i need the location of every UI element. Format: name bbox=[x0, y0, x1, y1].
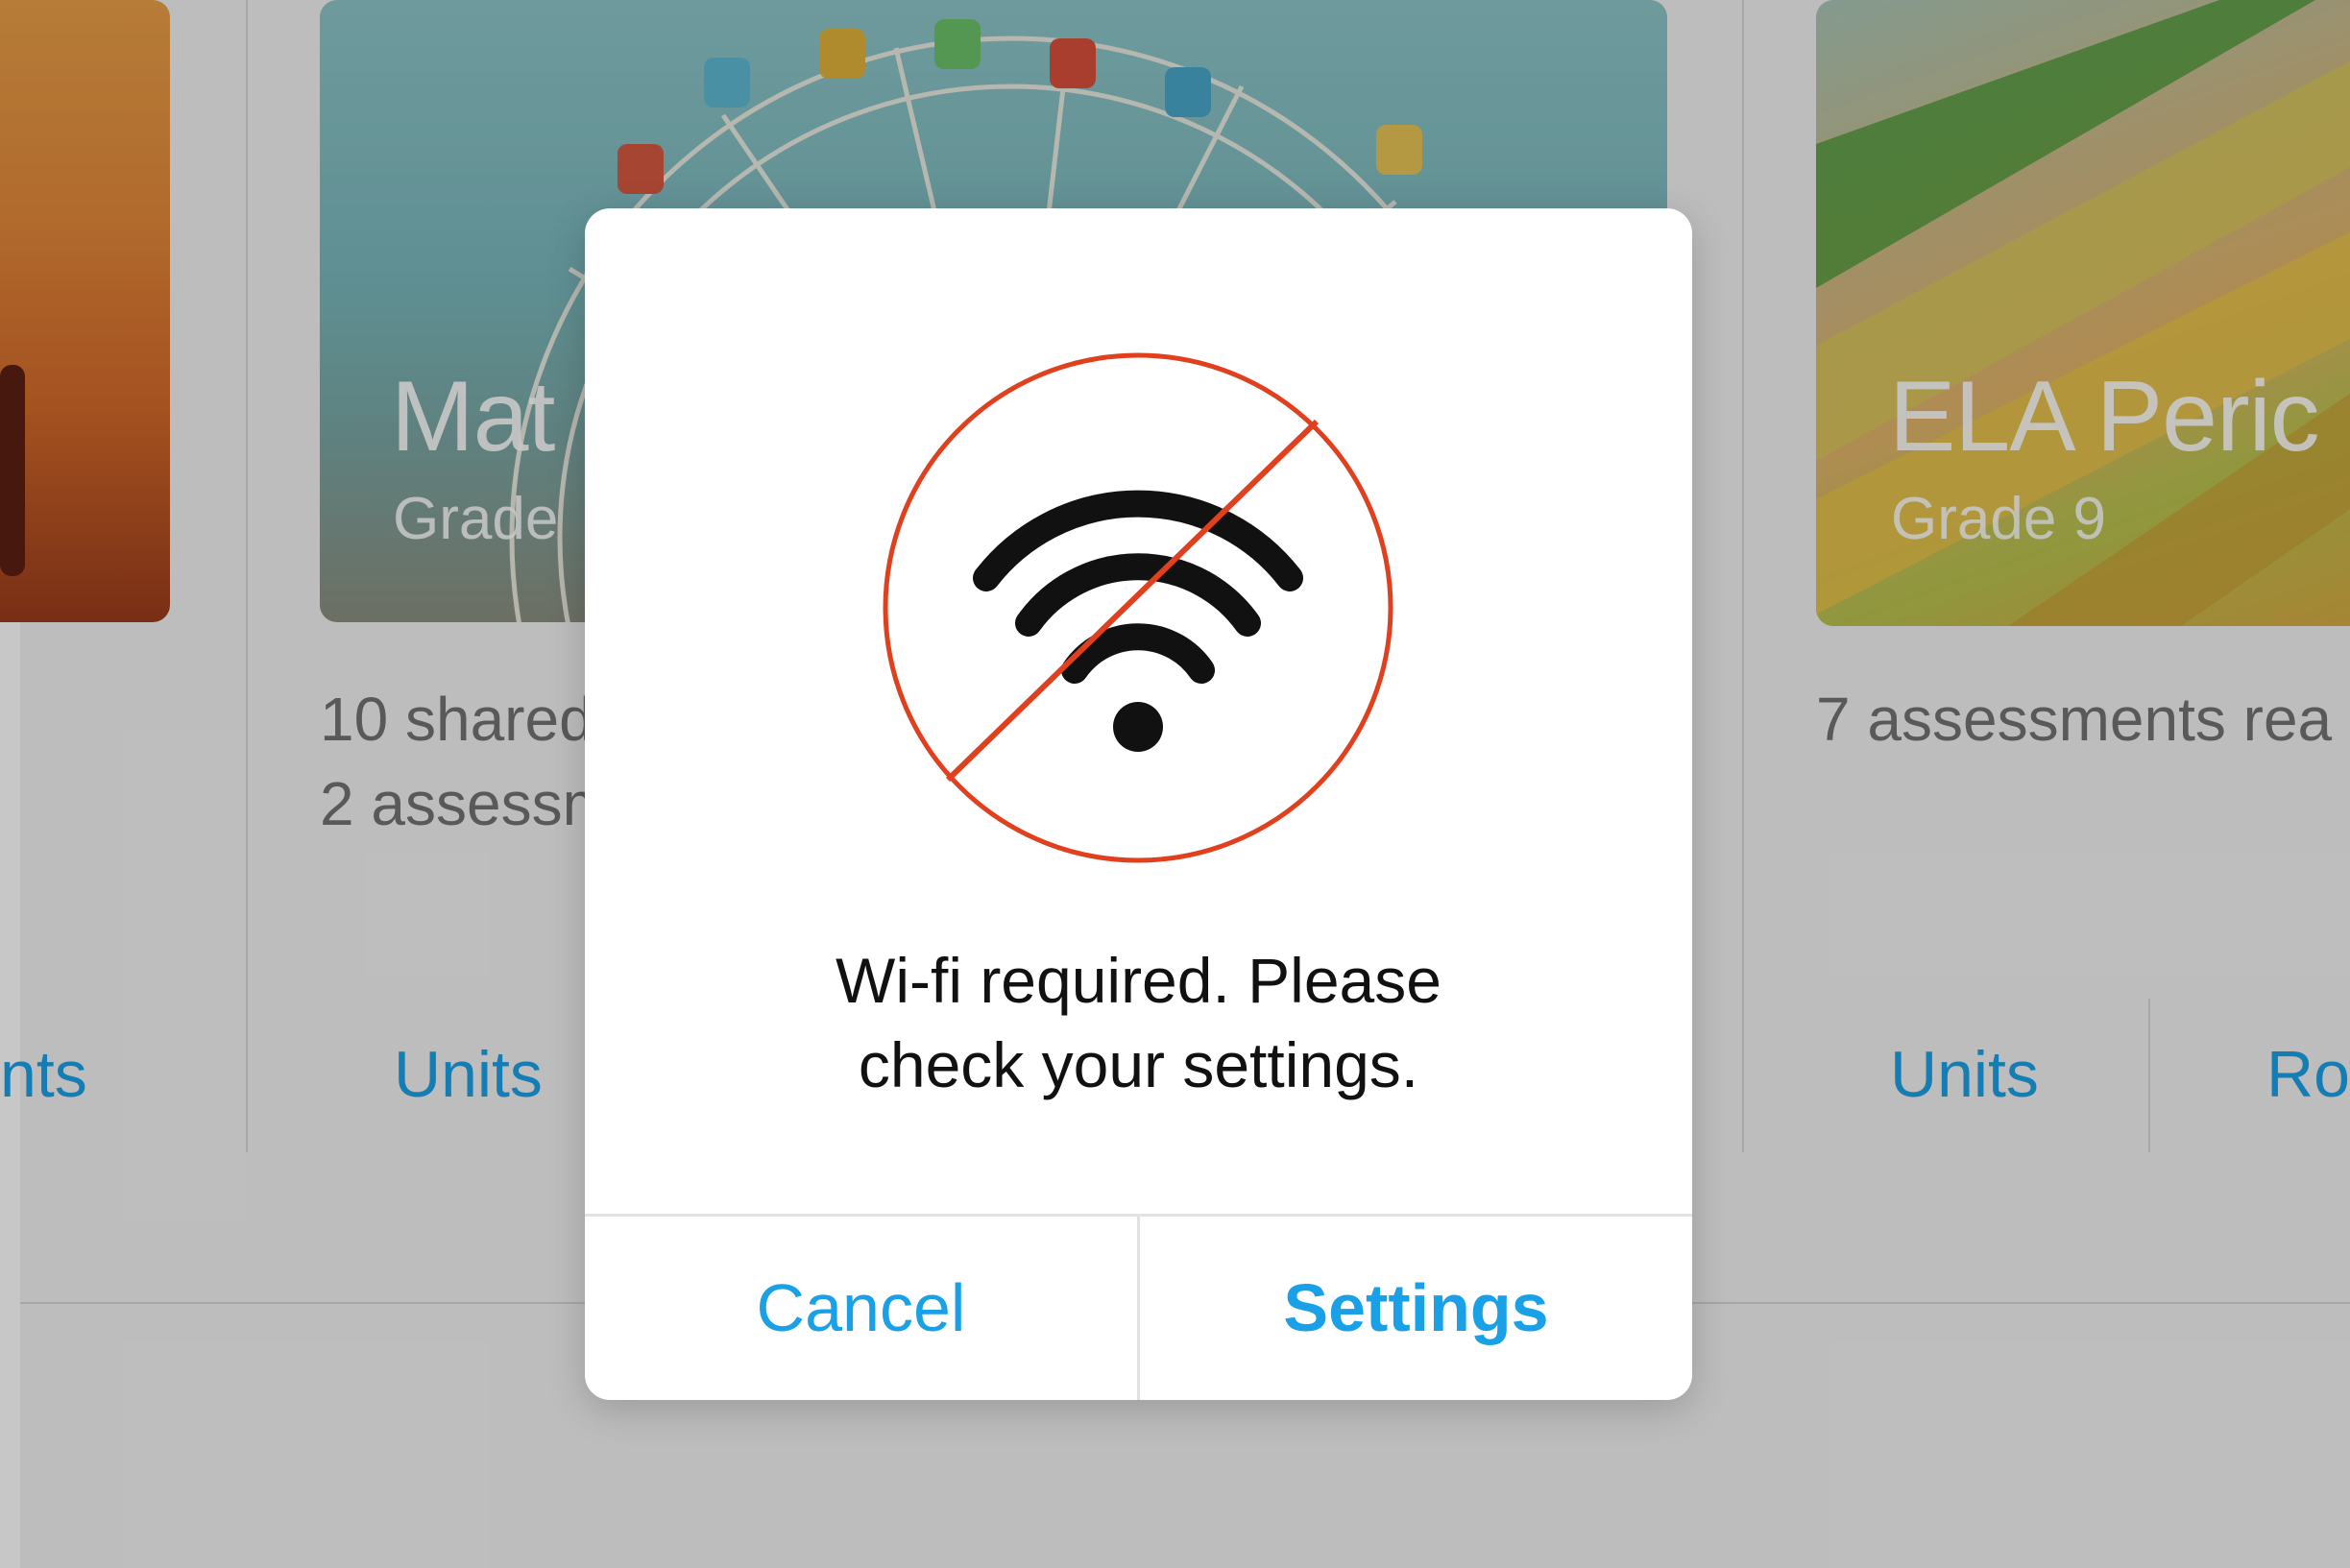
cancel-button[interactable]: Cancel bbox=[585, 1217, 1137, 1400]
alert-message-line: check your settings. bbox=[858, 1029, 1419, 1100]
wifi-required-alert: Wi-fi required. Please check your settin… bbox=[585, 208, 1692, 1400]
alert-message: Wi-fi required. Please check your settin… bbox=[585, 938, 1692, 1107]
settings-button[interactable]: Settings bbox=[1140, 1217, 1692, 1400]
alert-message-line: Wi-fi required. Please bbox=[836, 945, 1441, 1016]
wifi-off-icon bbox=[873, 343, 1404, 874]
